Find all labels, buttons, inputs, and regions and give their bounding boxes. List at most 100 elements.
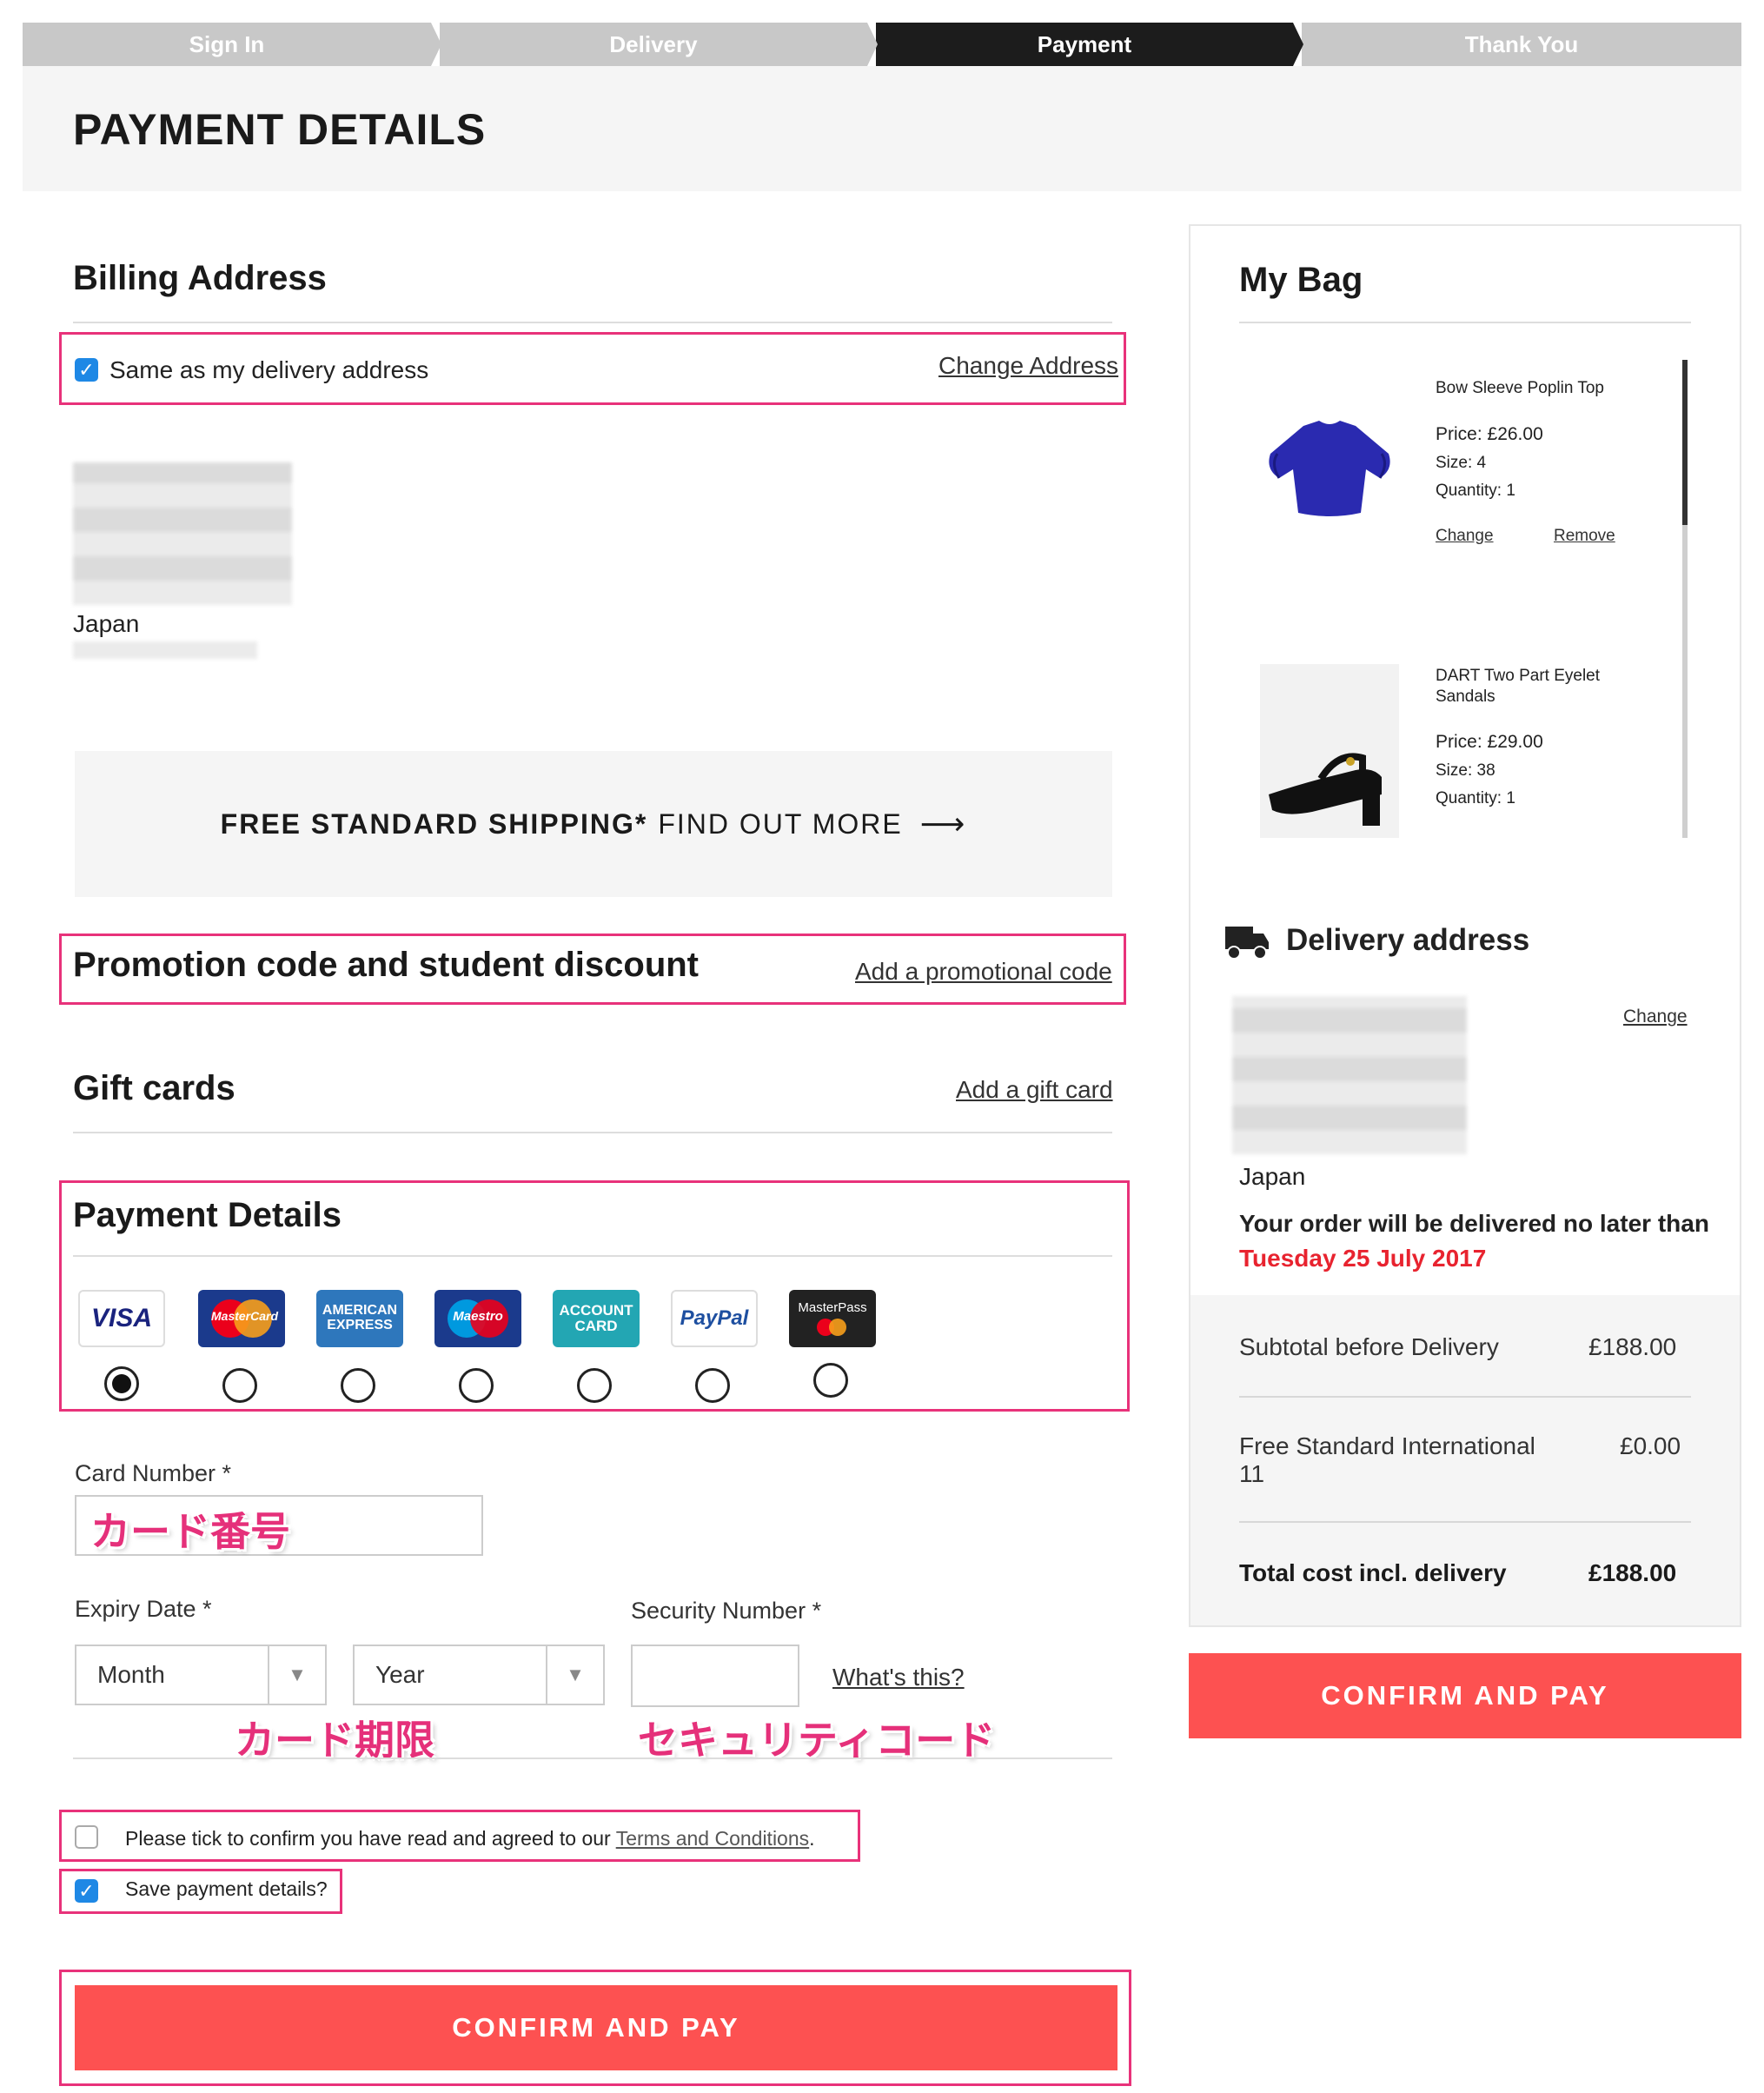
step-delivery: Delivery [440,23,867,66]
radio-mastercard[interactable] [222,1368,257,1403]
save-payment-label: Save payment details? [125,1877,328,1900]
mastercard-logo-icon[interactable]: MasterCard [198,1290,285,1347]
account-card-logo-icon[interactable]: ACCOUNT CARD [553,1290,640,1347]
step-label: Sign In [189,30,265,57]
maestro-logo-icon[interactable]: Maestro [434,1290,521,1347]
bag-item-name: Bow Sleeve Poplin Top [1436,379,1604,397]
caret-down-icon: ▼ [268,1646,325,1704]
change-address-link[interactable]: Change Address [938,352,1118,380]
card-number-label: Card Number * [75,1460,232,1486]
promotion-heading: Promotion code and student discount [73,946,699,984]
confirm-and-pay-button[interactable]: CONFIRM AND PAY [75,1985,1117,2070]
total-label: Total cost incl. delivery [1239,1559,1507,1586]
terms-end: . [809,1827,815,1850]
expiry-label: Expiry Date * [75,1596,212,1622]
radio-visa[interactable] [104,1366,139,1401]
radio-maestro[interactable] [459,1368,494,1403]
divider [1239,1396,1691,1398]
my-bag-heading: My Bag [1239,261,1363,299]
step-label: Payment [1037,30,1132,57]
payment-heading: Payment Details [73,1196,342,1234]
step-payment: Payment [876,23,1293,66]
divider [1239,1521,1691,1523]
year-select[interactable]: Year ▼ [353,1644,605,1705]
security-number-label: Security Number * [631,1598,822,1624]
bag-item-quantity: Quantity: 1 [1436,482,1515,500]
bag-item-quantity: Quantity: 1 [1436,789,1515,807]
shipping-banner-bold: FREE STANDARD SHIPPING* [220,807,648,840]
month-value: Month [97,1661,165,1688]
shipping-label: Free Standard International [1239,1432,1535,1459]
delivery-change-link[interactable]: Change [1623,1007,1688,1027]
sandal-icon [1269,753,1382,826]
visa-logo-icon[interactable]: VISA [78,1290,165,1347]
page-title: PAYMENT DETAILS [73,105,487,154]
same-address-label: Same as my delivery address [109,356,429,383]
arrow-right-icon: ⟶ [919,806,967,841]
redacted-phone [73,641,257,659]
radio-paypal[interactable] [695,1368,730,1403]
divider [1239,322,1691,323]
bag-item-size: Size: 4 [1436,454,1487,472]
divider [73,1255,1112,1257]
whats-this-link[interactable]: What's this? [832,1664,965,1691]
step-label: Thank You [1464,30,1579,57]
terms-checkbox[interactable] [75,1825,98,1849]
security-number-input[interactable] [631,1644,799,1707]
masterpass-logo-icon[interactable]: MasterPass [789,1290,876,1347]
checkout-progress: Sign In Delivery Payment Thank You [23,23,1741,66]
same-address-checkbox[interactable]: ✓ [75,358,98,382]
product-image-sandals[interactable] [1260,664,1399,838]
step-sign-in: Sign In [23,23,431,66]
free-shipping-banner[interactable]: FREE STANDARD SHIPPING* FIND OUT MORE ⟶ [75,751,1112,897]
add-promo-code-link[interactable]: Add a promotional code [855,958,1112,986]
divider [73,1132,1112,1133]
product-image-top[interactable] [1258,409,1401,530]
chevron-divider [867,23,878,66]
step-label: Delivery [609,30,698,57]
redacted-delivery-address [1232,996,1467,1154]
delivery-address-heading: Delivery address [1286,923,1530,957]
delivery-date: Tuesday 25 July 2017 [1239,1245,1487,1272]
shipping-value: £0.00 [1620,1432,1681,1459]
billing-heading: Billing Address [73,259,327,297]
divider [73,1757,1112,1759]
month-select[interactable]: Month ▼ [75,1644,327,1705]
chevron-divider [1293,23,1303,66]
terms-text: Please tick to confirm you have read and… [125,1827,815,1850]
card-number-annotation: カード番号 [90,1509,290,1554]
truck-icon [1224,923,1270,961]
subtotal-label: Subtotal before Delivery [1239,1333,1499,1360]
gift-cards-heading: Gift cards [73,1069,235,1107]
amex-logo-icon[interactable]: AMERICAN EXPRESS [316,1290,403,1347]
radio-amex[interactable] [341,1368,375,1403]
terms-prefix: Please tick to confirm you have read and… [125,1827,616,1850]
bag-scrollbar-thumb[interactable] [1682,360,1688,525]
confirm-and-pay-button-right[interactable]: CONFIRM AND PAY [1189,1653,1741,1738]
bag-item-name: DART Two Part Eyelet Sandals [1436,667,1601,706]
total-value: £188.00 [1588,1559,1677,1586]
shipping-label-line2: 11 [1239,1460,1265,1487]
delivery-message: Your order will be delivered no later th… [1239,1210,1709,1237]
chevron-divider [431,23,441,66]
radio-masterpass[interactable] [813,1363,848,1398]
billing-country: Japan [73,610,140,637]
paypal-logo-icon[interactable]: PayPal [671,1290,758,1347]
bag-item-price: Price: £26.00 [1436,424,1543,444]
caret-down-icon: ▼ [546,1646,603,1704]
terms-link[interactable]: Terms and Conditions [616,1827,809,1850]
redacted-address [73,462,292,605]
save-payment-checkbox[interactable]: ✓ [75,1879,98,1903]
shipping-banner-text: FIND OUT MORE [658,807,903,840]
bag-item-change-link[interactable]: Change [1436,527,1494,546]
bag-item-price: Price: £29.00 [1436,732,1543,752]
year-value: Year [375,1661,425,1688]
bag-item-size: Size: 38 [1436,761,1495,780]
bag-item-remove-link[interactable]: Remove [1554,527,1615,546]
step-thank-you: Thank You [1302,23,1741,66]
divider [73,322,1112,323]
delivery-country: Japan [1239,1163,1306,1190]
subtotal-value: £188.00 [1588,1333,1677,1360]
add-gift-card-link[interactable]: Add a gift card [956,1076,1113,1104]
radio-account-card[interactable] [577,1368,612,1403]
